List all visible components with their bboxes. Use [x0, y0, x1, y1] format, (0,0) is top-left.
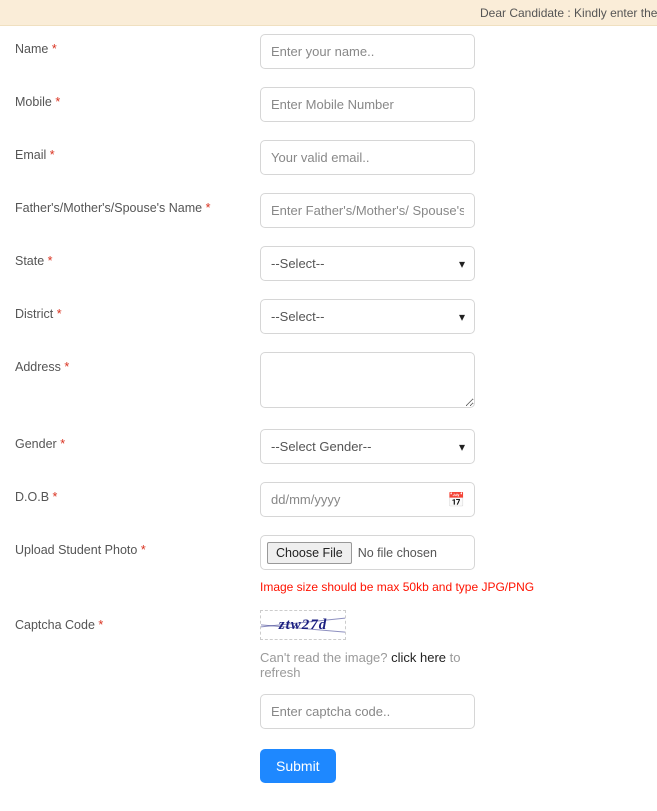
- captcha-image: ztw27d: [260, 610, 346, 640]
- captcha-refresh-hint: Can't read the image? click here to refr…: [260, 650, 475, 680]
- parent-name-input[interactable]: [260, 193, 475, 228]
- file-status: No file chosen: [358, 546, 437, 560]
- label-address: Address *: [15, 352, 260, 374]
- label-district: District *: [15, 299, 260, 321]
- mobile-input[interactable]: [260, 87, 475, 122]
- row-name: Name *: [15, 34, 642, 69]
- row-parent: Father's/Mother's/Spouse's Name *: [15, 193, 642, 228]
- submit-button[interactable]: Submit: [260, 749, 336, 783]
- row-dob: D.O.B * 📅: [15, 482, 642, 517]
- calendar-icon: 📅: [448, 491, 465, 508]
- address-textarea[interactable]: [260, 352, 475, 408]
- label-name: Name *: [15, 34, 260, 56]
- district-select[interactable]: --Select--: [260, 299, 475, 334]
- row-address: Address *: [15, 352, 642, 411]
- state-select[interactable]: --Select--: [260, 246, 475, 281]
- name-input[interactable]: [260, 34, 475, 69]
- notice-text: Dear Candidate : Kindly enter the detail…: [480, 6, 657, 20]
- row-state: State * --Select-- ▾: [15, 246, 642, 281]
- photo-file-control[interactable]: Choose File No file chosen: [260, 535, 475, 570]
- gender-select[interactable]: --Select Gender--: [260, 429, 475, 464]
- dob-input[interactable]: [260, 482, 475, 517]
- label-state: State *: [15, 246, 260, 268]
- label-captcha: Captcha Code *: [15, 610, 260, 632]
- label-gender: Gender *: [15, 429, 260, 451]
- label-email: Email *: [15, 140, 260, 162]
- label-dob: D.O.B *: [15, 482, 260, 504]
- row-email: Email *: [15, 140, 642, 175]
- row-gender: Gender * --Select Gender-- ▾: [15, 429, 642, 464]
- row-mobile: Mobile *: [15, 87, 642, 122]
- row-district: District * --Select-- ▾: [15, 299, 642, 334]
- captcha-input[interactable]: [260, 694, 475, 729]
- row-captcha: Captcha Code * ztw27d Can't read the ima…: [15, 610, 642, 783]
- notice-banner: Dear Candidate : Kindly enter the detail…: [0, 0, 657, 26]
- photo-size-hint: Image size should be max 50kb and type J…: [260, 580, 642, 594]
- captcha-refresh-link[interactable]: click here: [391, 650, 446, 665]
- row-photo: Upload Student Photo * Choose File No fi…: [15, 535, 642, 570]
- label-parent: Father's/Mother's/Spouse's Name *: [15, 193, 260, 215]
- email-input[interactable]: [260, 140, 475, 175]
- label-photo: Upload Student Photo *: [15, 535, 260, 557]
- label-mobile: Mobile *: [15, 87, 260, 109]
- registration-form: Name * Mobile * Email * Father's/Mother'…: [0, 26, 657, 811]
- choose-file-button[interactable]: Choose File: [267, 542, 352, 564]
